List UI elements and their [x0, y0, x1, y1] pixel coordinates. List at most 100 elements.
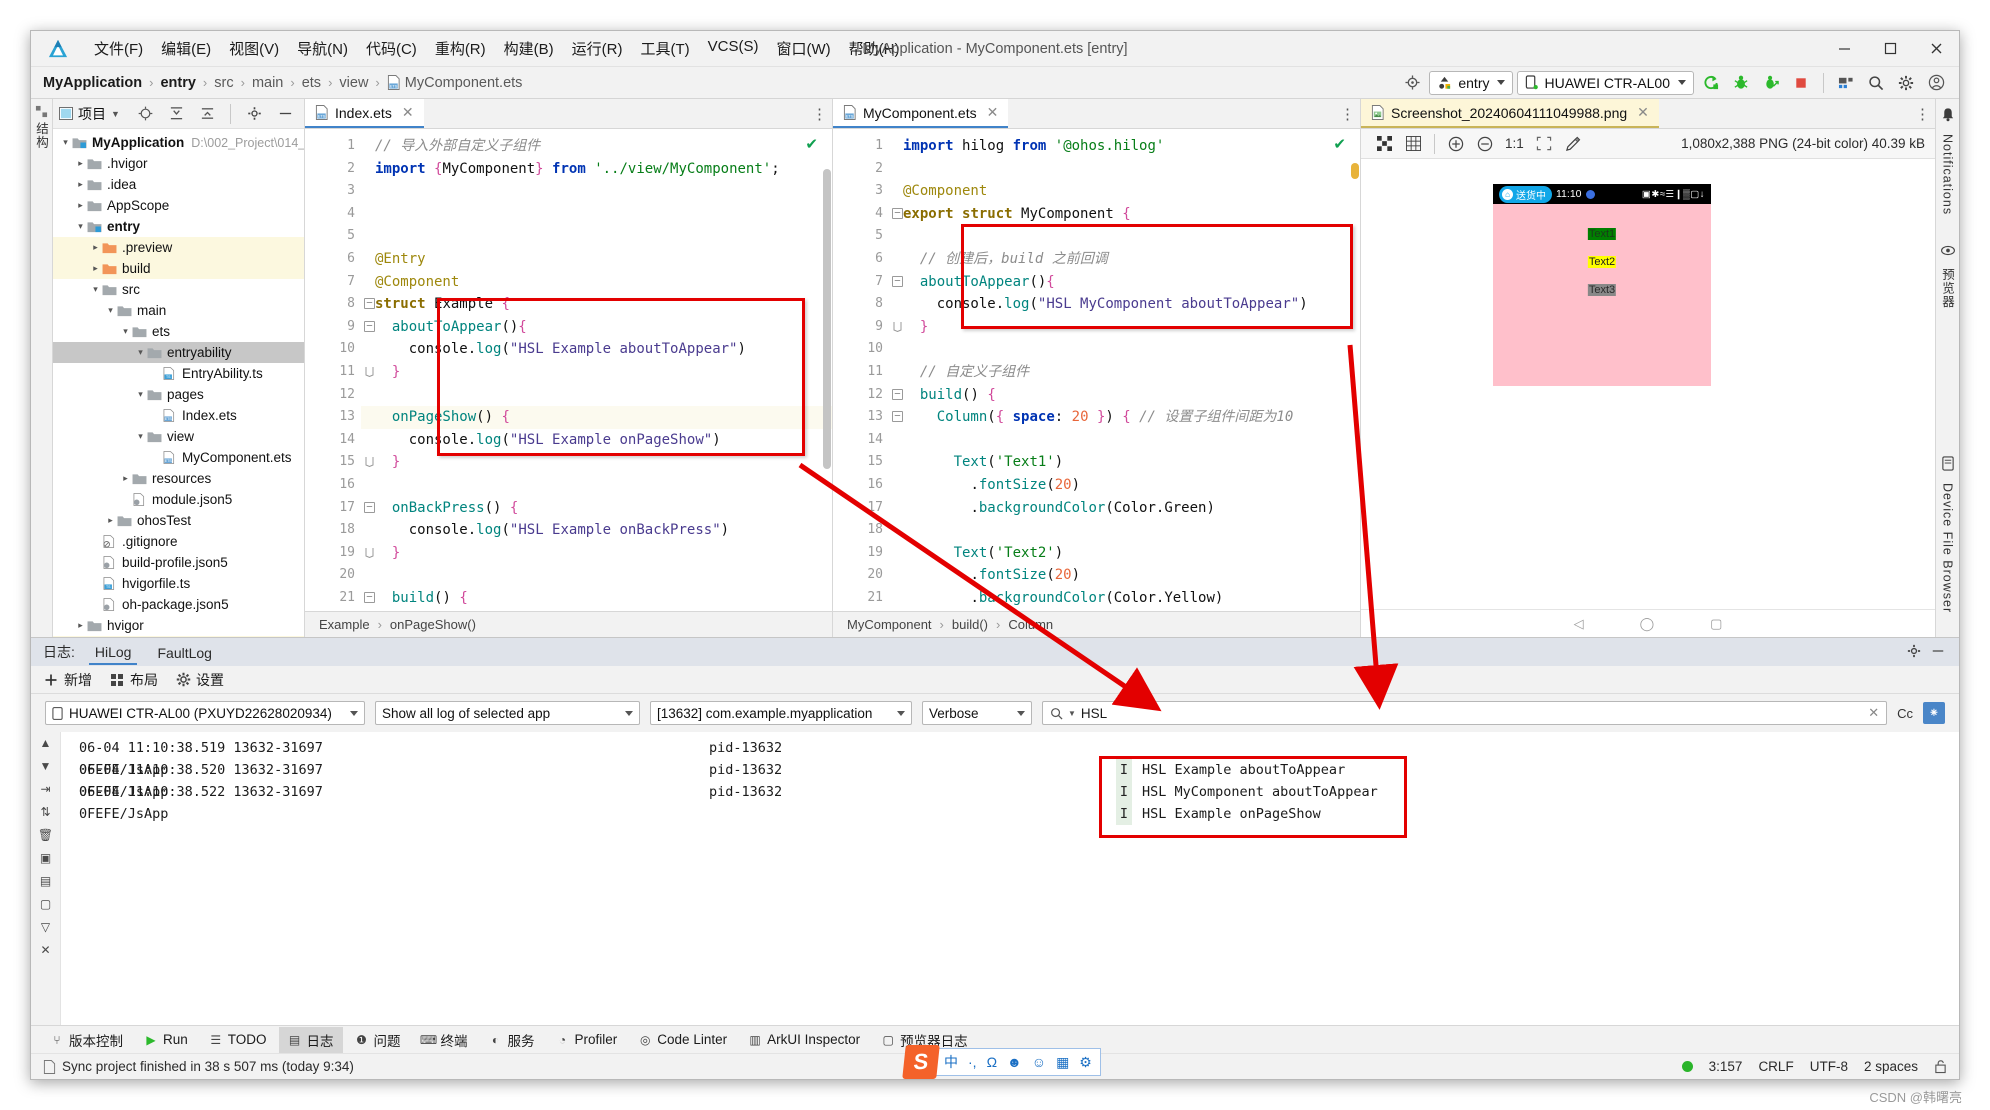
line-separator[interactable]: CRLF [1758, 1059, 1793, 1074]
code-line[interactable]: console.log("HSL Example onBackPress") [361, 519, 832, 542]
code-line[interactable]: } [889, 316, 1360, 339]
delete-icon[interactable]: 🗑 [38, 828, 53, 842]
menu-item-11[interactable]: 帮助(H) [840, 35, 909, 62]
tab-hilog[interactable]: HiLog [88, 640, 138, 665]
hide-panel-icon[interactable] [1931, 644, 1945, 661]
preview-label[interactable]: 预览器 [1938, 268, 1957, 309]
tree-node-resources[interactable]: ▸ resources [53, 468, 304, 489]
code-area-mid[interactable]: 1234–567–89101112–13–1415161718192021222… [833, 129, 1360, 611]
toolwindow-button-warning[interactable]: ❶ 问题 [346, 1027, 410, 1053]
code-line[interactable]: @Component [361, 271, 832, 294]
breadcrumb-item-6[interactable]: MyComponent.ets [405, 75, 523, 91]
tree-node--gitignore[interactable]: .gitignore [53, 531, 304, 552]
menu-item-7[interactable]: 运行(R) [563, 35, 632, 62]
tree-node-build-profile-json5[interactable]: build-profile.json5 [53, 552, 304, 573]
chevron-down-icon[interactable]: ▾ [74, 221, 87, 232]
editor-breadcrumb-left[interactable]: Example › onPageShow() [305, 611, 832, 637]
chevron-right-icon[interactable]: ▸ [74, 179, 87, 190]
tree-node--preview[interactable]: ▸ .preview [53, 237, 304, 258]
chevron-right-icon[interactable]: ▸ [89, 242, 102, 253]
menu-item-2[interactable]: 视图(V) [220, 35, 288, 62]
indent-setting[interactable]: 2 spaces [1864, 1059, 1918, 1074]
code-line[interactable] [361, 225, 832, 248]
zoom-in-icon[interactable] [1443, 132, 1469, 156]
soft-wrap-icon[interactable]: ⇥ [40, 782, 50, 796]
menu-item-5[interactable]: 重构(R) [426, 35, 495, 62]
menu-item-3[interactable]: 导航(N) [288, 35, 357, 62]
breadcrumb-item-4[interactable]: ets [302, 75, 321, 91]
code-line[interactable] [889, 609, 1360, 611]
expand-all-icon[interactable] [163, 102, 189, 126]
zoom-out-icon[interactable] [1472, 132, 1498, 156]
code-line[interactable]: } [361, 542, 832, 565]
log-search-field[interactable]: ▼ HSL ✕ [1042, 701, 1888, 725]
attach-debugger-button[interactable] [1758, 71, 1784, 95]
code-line[interactable]: console.log("HSL Example aboutToAppear") [361, 338, 832, 361]
code-line[interactable]: } [361, 451, 832, 474]
editor-options-icon[interactable]: ⋮ [1911, 99, 1935, 128]
notifications-bell-icon[interactable] [1941, 107, 1955, 122]
code-line[interactable] [889, 338, 1360, 361]
code-line[interactable]: console.log("HSL MyComponent aboutToAppe… [889, 293, 1360, 316]
ime-lang-toggle[interactable]: 中 [944, 1052, 958, 1072]
breadcrumb-item-2[interactable]: src [214, 75, 233, 91]
stop-button[interactable] [1788, 71, 1814, 95]
menu-item-0[interactable]: 文件(F) [85, 35, 152, 62]
tree-node-index-ets[interactable]: ETS Index.ets [53, 405, 304, 426]
device-file-browser-icon[interactable] [1941, 456, 1955, 471]
code-content-mid[interactable]: import hilog from '@ohos.hilog' @Compone… [889, 129, 1360, 611]
editor-breadcrumb-item-0[interactable]: Example [319, 617, 370, 632]
toolwindow-button-branch[interactable]: ⑂ 版本控制 [41, 1027, 132, 1053]
code-line[interactable] [889, 225, 1360, 248]
close-icon[interactable]: ✕ [987, 104, 999, 121]
toolwindow-button-play[interactable]: ▶ Run [135, 1029, 197, 1050]
tree-node-entryability-ts[interactable]: TS EntryAbility.ts [53, 363, 304, 384]
editor-warning-marker[interactable] [1351, 163, 1359, 179]
scope-filter-select[interactable]: Show all log of selected app [375, 701, 640, 725]
screen-record-icon[interactable]: ▤ [40, 874, 51, 888]
tree-node-main[interactable]: ▾ main [53, 300, 304, 321]
chevron-down-icon[interactable]: ▼ [1068, 709, 1076, 718]
menu-item-9[interactable]: VCS(S) [699, 35, 768, 62]
code-line[interactable]: import hilog from '@ohos.hilog' [889, 135, 1360, 158]
log-action-设置[interactable]: 设置 [175, 670, 224, 690]
hide-panel-icon[interactable] [272, 102, 298, 126]
ime-voice-icon[interactable]: ☻ [1007, 1054, 1022, 1070]
color-picker-icon[interactable] [1560, 132, 1586, 156]
chevron-right-icon[interactable]: ▸ [74, 158, 87, 169]
ime-symbol-icon[interactable]: Ω [987, 1054, 997, 1070]
tree-node-pages[interactable]: ▾ pages [53, 384, 304, 405]
code-line[interactable]: onPageShow() { [361, 406, 832, 429]
chevron-down-icon[interactable]: ▾ [104, 305, 117, 316]
toolwindow-button-list[interactable]: ☰ TODO [200, 1029, 276, 1050]
chevron-right-icon[interactable]: ▸ [74, 200, 87, 211]
chevron-down-icon[interactable]: ▾ [134, 347, 147, 358]
search-icon[interactable] [1863, 71, 1889, 95]
menu-item-4[interactable]: 代码(C) [357, 35, 426, 62]
menu-item-6[interactable]: 构建(B) [495, 35, 563, 62]
editor-breadcrumb-mid[interactable]: MyComponent › build() › Column [833, 611, 1360, 637]
close-icon[interactable]: ✕ [40, 943, 50, 957]
preview-eye-icon[interactable] [1940, 245, 1955, 256]
tree-node-entryability[interactable]: ▾ entryability [53, 342, 304, 363]
locate-file-icon[interactable] [132, 102, 158, 126]
chevron-down-icon[interactable]: ▾ [134, 431, 147, 442]
breadcrumb-item-5[interactable]: view [339, 75, 368, 91]
breadcrumb-item-3[interactable]: main [252, 75, 283, 91]
toolwindow-button-linter[interactable]: ◎ Code Linter [629, 1029, 736, 1050]
run-button[interactable] [1698, 71, 1724, 95]
debug-button[interactable] [1728, 71, 1754, 95]
code-line[interactable]: struct Example { [361, 293, 832, 316]
tree-node-ets[interactable]: ▾ ets [53, 321, 304, 342]
tree-node-hvigorfile-ts[interactable]: TS hvigorfile.ts [53, 573, 304, 594]
editor-options-icon[interactable]: ⋮ [1336, 99, 1360, 128]
tab-index-ets[interactable]: ETS Index.ets ✕ [305, 99, 424, 128]
scroll-down-icon[interactable]: ▼ [40, 759, 52, 773]
toolwindow-button-profiler[interactable]: ◔ Profiler [547, 1029, 627, 1050]
gear-icon[interactable] [1893, 71, 1919, 95]
account-icon[interactable] [1923, 71, 1949, 95]
clear-search-icon[interactable]: ✕ [1868, 705, 1879, 721]
tree-node-build[interactable]: ▸ build [53, 258, 304, 279]
editor-breadcrumb-item-1[interactable]: build() [952, 617, 988, 632]
file-encoding[interactable]: UTF-8 [1810, 1059, 1848, 1074]
